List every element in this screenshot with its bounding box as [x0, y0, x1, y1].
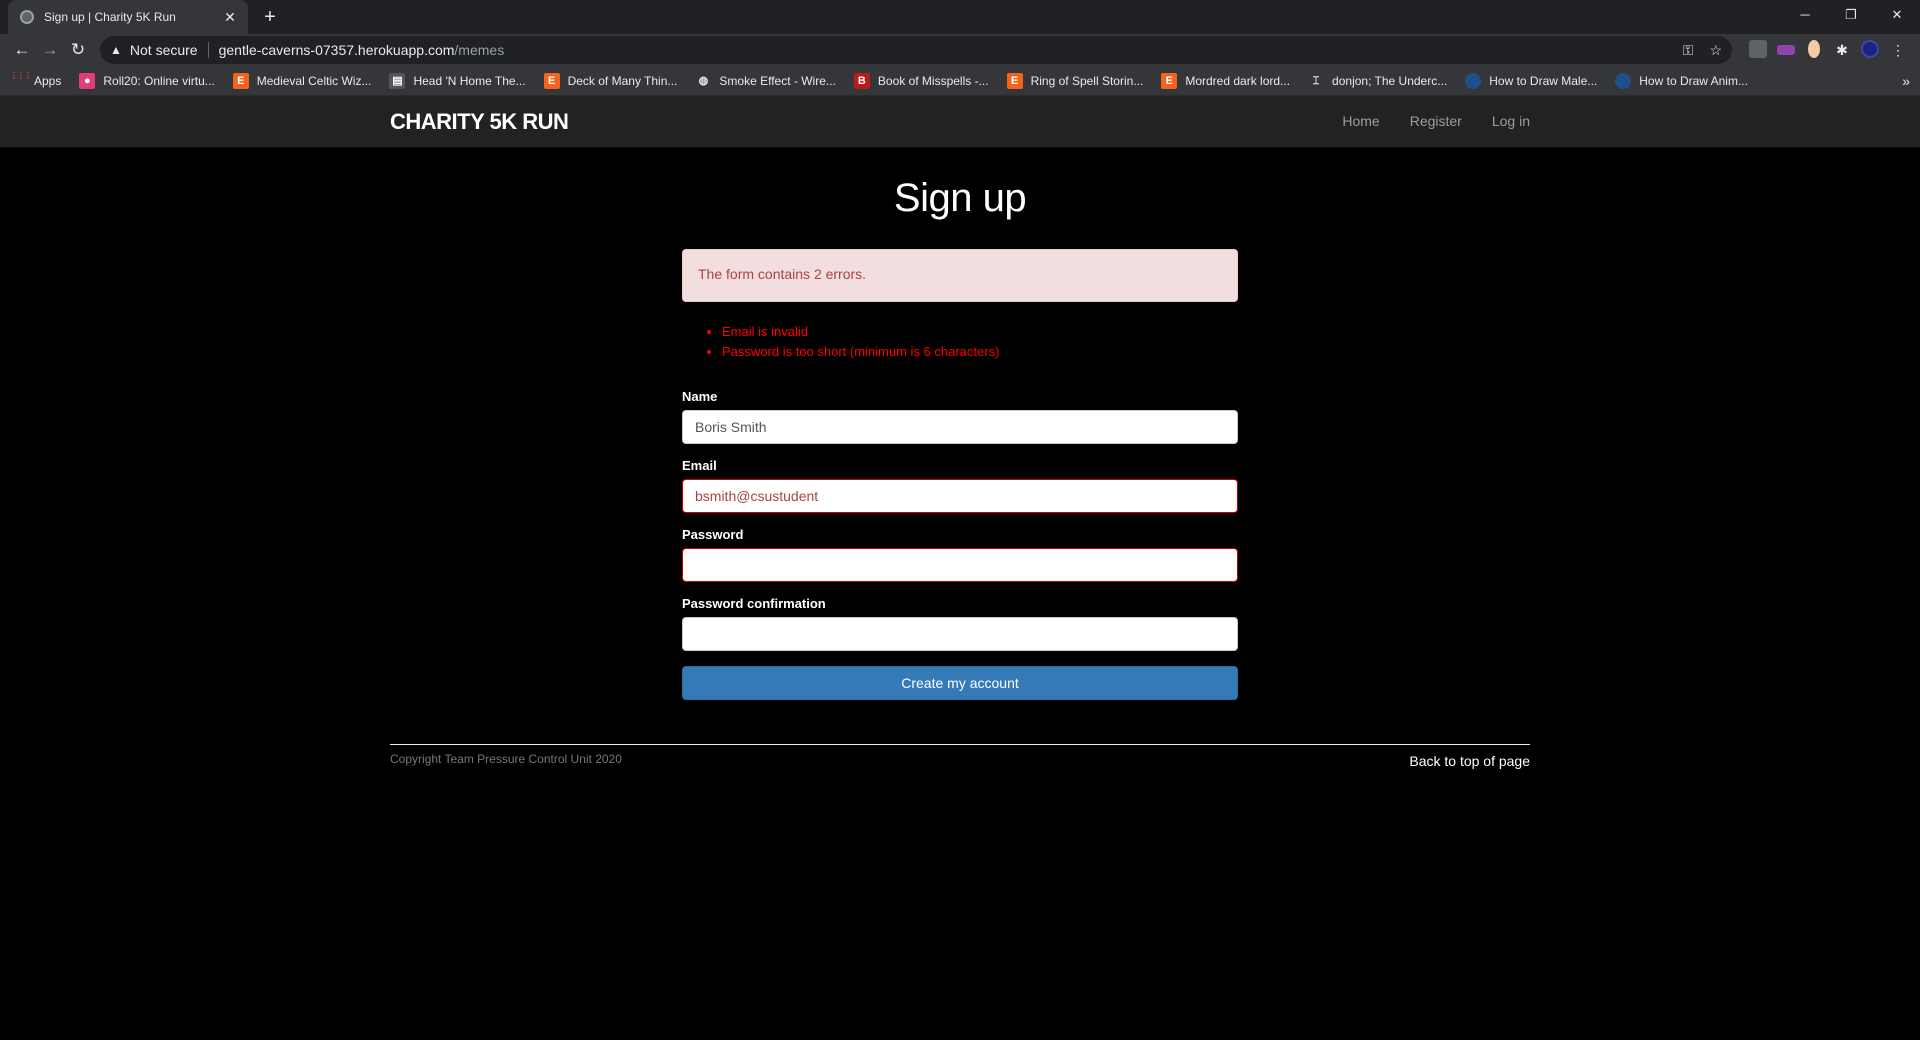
error-item-email: Email is invalid — [722, 322, 1238, 342]
bookmark-label: Apps — [34, 73, 62, 88]
close-window-icon[interactable]: ✕ — [1874, 0, 1920, 30]
key-icon[interactable]: ⚿ — [1683, 42, 1694, 59]
signup-form: The form contains 2 errors. Email is inv… — [682, 249, 1238, 700]
active-tab[interactable]: Sign up | Charity 5K Run ✕ — [8, 0, 248, 34]
bookmark-label: donjon; The Underc... — [1332, 73, 1448, 88]
browser-toolbar: ← → ↻ ▲ Not secure gentle-caverns-07357.… — [0, 34, 1920, 66]
url-host: gentle-caverns-07357.herokuapp.com — [218, 42, 455, 58]
menu-kebab-icon[interactable]: ⋮ — [1884, 42, 1912, 59]
error-item-password: Password is too short (minimum is 6 char… — [722, 342, 1238, 362]
page-title: Sign up — [893, 176, 1027, 220]
bookmark-label: Book of Misspells -... — [877, 73, 989, 88]
bookmark-item[interactable]: B Book of Misspells -... — [853, 72, 989, 89]
bookmark-label: Deck of Many Thin... — [567, 73, 678, 88]
bookmark-label: Mordred dark lord... — [1185, 73, 1291, 88]
nav-link-register[interactable]: Register — [1410, 113, 1462, 129]
name-label: Name — [682, 389, 718, 404]
close-tab-icon[interactable]: ✕ — [222, 9, 238, 26]
create-account-button[interactable]: Create my account — [682, 666, 1238, 700]
new-tab-button[interactable]: + — [258, 5, 282, 29]
bookmark-item[interactable]: E Ring of Spell Storin... — [1006, 72, 1144, 89]
apps-grid-icon: ⋮⋮⋮ — [10, 70, 32, 80]
security-label[interactable]: Not secure — [130, 42, 209, 58]
circle-icon — [1615, 72, 1632, 89]
footer: Copyright Team Pressure Control Unit 202… — [390, 744, 1530, 784]
forward-icon[interactable]: → — [36, 36, 64, 64]
bookmark-label: Smoke Effect - Wire... — [719, 73, 836, 88]
donjon-icon: ⌶ — [1312, 74, 1320, 87]
window-controls: ─ ❐ ✕ — [1782, 0, 1920, 30]
name-field[interactable] — [682, 410, 1238, 444]
reload-icon[interactable]: ↻ — [64, 36, 92, 64]
puzzle-icon[interactable]: ✱ — [1828, 42, 1856, 59]
url-path: /memes — [454, 42, 505, 58]
main-content: Sign up The form contains 2 errors. Emai… — [0, 176, 1920, 784]
etsy-icon: E — [1006, 72, 1023, 89]
error-list: Email is invalid Password is too short (… — [682, 322, 1238, 362]
back-to-top-link[interactable]: Back to top of page — [1409, 753, 1530, 769]
nav-link-home[interactable]: Home — [1342, 113, 1379, 129]
password-confirmation-field[interactable] — [682, 617, 1238, 651]
etsy-icon: E — [1161, 72, 1178, 89]
extension-k-icon[interactable] — [1744, 39, 1772, 61]
tab-strip: Sign up | Charity 5K Run ✕ + ─ ❐ ✕ — [0, 0, 1920, 34]
error-alert: The form contains 2 errors. — [682, 249, 1238, 302]
bookmark-label: How to Draw Male... — [1489, 73, 1598, 88]
back-icon[interactable]: ← — [8, 36, 36, 64]
email-label: Email — [682, 458, 717, 473]
roll20-icon: ● — [79, 72, 96, 89]
copyright-text: Copyright Team Pressure Control Unit 202… — [390, 752, 622, 766]
restore-icon[interactable]: ❐ — [1828, 0, 1874, 30]
globe-icon: ◍ — [698, 74, 709, 87]
extensions-area: ✱ ⋮ — [1744, 39, 1912, 61]
site-icon: ▤ — [389, 72, 406, 89]
address-bar[interactable]: ▲ Not secure gentle-caverns-07357.heroku… — [100, 36, 1732, 64]
globe-icon — [20, 10, 34, 24]
minimize-icon[interactable]: ─ — [1782, 0, 1828, 30]
bookmark-label: Ring of Spell Storin... — [1030, 73, 1144, 88]
password-field[interactable] — [682, 548, 1238, 582]
email-field[interactable] — [682, 479, 1238, 513]
bookmark-item[interactable]: ▤ Head 'N Home The... — [389, 72, 526, 89]
bookmark-item[interactable]: ⋮⋮⋮ Apps — [10, 70, 62, 89]
bookmark-label: How to Draw Anim... — [1639, 73, 1748, 88]
bookmark-item[interactable]: ⌶ donjon; The Underc... — [1308, 73, 1448, 89]
bookmark-item[interactable]: E Medieval Celtic Wiz... — [232, 72, 372, 89]
profile-avatar-icon[interactable] — [1856, 39, 1884, 61]
bookmark-item[interactable]: How to Draw Male... — [1465, 72, 1598, 89]
nav-link-login[interactable]: Log in — [1492, 113, 1530, 129]
nav-links: Home Register Log in — [1312, 113, 1530, 129]
bookmark-item[interactable]: ◍ Smoke Effect - Wire... — [695, 73, 836, 89]
bookmark-item[interactable]: E Mordred dark lord... — [1161, 72, 1291, 89]
star-icon[interactable]: ☆ — [1709, 42, 1722, 59]
circle-icon — [1465, 72, 1482, 89]
b-icon: B — [853, 72, 870, 89]
bookmark-item[interactable]: ● Roll20: Online virtu... — [79, 72, 215, 89]
tab-title: Sign up | Charity 5K Run — [44, 10, 176, 24]
etsy-icon: E — [232, 72, 249, 89]
extension-egg-icon[interactable] — [1800, 39, 1828, 61]
bookmarks-overflow-icon[interactable]: » — [1902, 73, 1910, 89]
bookmark-label: Roll20: Online virtu... — [103, 73, 215, 88]
bookmarks-bar: ⋮⋮⋮ Apps ● Roll20: Online virtu... E Medieval… — [0, 66, 1920, 96]
warning-icon: ▲ — [110, 43, 122, 57]
bookmark-item[interactable]: How to Draw Anim... — [1615, 72, 1748, 89]
bookmark-label: Medieval Celtic Wiz... — [256, 73, 372, 88]
password-confirmation-label: Password confirmation — [682, 596, 826, 611]
password-label: Password — [682, 527, 744, 542]
extension-flag-icon[interactable] — [1772, 42, 1800, 58]
etsy-icon: E — [543, 72, 560, 89]
brand-logo[interactable]: CHARITY 5K RUN — [390, 109, 569, 135]
bookmark-item[interactable]: E Deck of Many Thin... — [543, 72, 678, 89]
site-navbar: CHARITY 5K RUN Home Register Log in — [0, 96, 1920, 148]
bookmark-label: Head 'N Home The... — [413, 73, 526, 88]
